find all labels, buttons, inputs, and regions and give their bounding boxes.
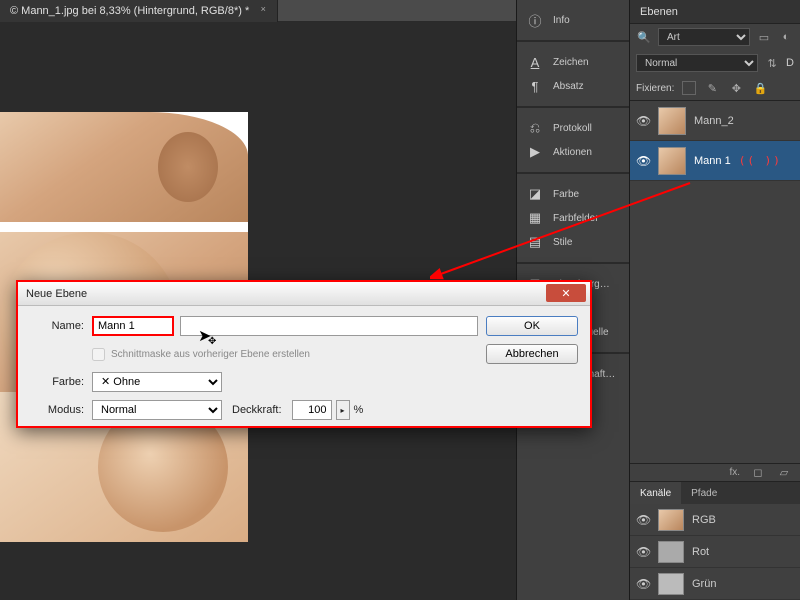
cancel-button[interactable]: Abbrechen bbox=[486, 344, 578, 364]
paragraph-icon: ¶ bbox=[527, 78, 543, 94]
panel-label: Farbe bbox=[553, 189, 579, 200]
channel-thumbnail bbox=[658, 509, 684, 531]
opacity-input[interactable] bbox=[292, 400, 332, 420]
panel-color[interactable]: ◪ Farbe bbox=[517, 182, 629, 206]
play-icon: ▶ bbox=[527, 144, 543, 160]
panel-label: Aktionen bbox=[553, 147, 592, 158]
layers-panel-tab[interactable]: Ebenen bbox=[630, 0, 800, 24]
opacity-label-icon: ⇅ bbox=[764, 55, 780, 71]
layers-list: 👁 Mann_2 👁 Mann 1 (( )) bbox=[630, 100, 800, 181]
lock-label: Fixieren: bbox=[636, 83, 674, 94]
fx-label[interactable]: fx. bbox=[729, 467, 740, 478]
layer-name-input-rest[interactable] bbox=[180, 316, 478, 336]
styles-icon: ▤ bbox=[527, 234, 543, 250]
panel-swatches[interactable]: ▦ Farbfelder bbox=[517, 206, 629, 230]
channel-name: Grün bbox=[692, 578, 716, 590]
layers-panel-title: Ebenen bbox=[640, 6, 678, 18]
mask-icon[interactable]: ◻ bbox=[750, 465, 766, 481]
dialog-titlebar[interactable]: Neue Ebene ✕ bbox=[18, 282, 590, 306]
panel-character[interactable]: A Zeichen bbox=[517, 50, 629, 74]
lock-all-icon[interactable]: 🔒 bbox=[752, 80, 768, 96]
clip-mask-checkbox bbox=[92, 348, 105, 361]
layer-name[interactable]: Mann 1 bbox=[694, 155, 731, 167]
document-tab-title: © Mann_1.jpg bei 8,33% (Hintergrund, RGB… bbox=[10, 5, 249, 17]
dialog-title: Neue Ebene bbox=[26, 288, 87, 300]
search-icon[interactable]: 🔍 bbox=[636, 29, 652, 45]
layer-lock-row: Fixieren: ✎ ✥ 🔒 bbox=[630, 76, 800, 100]
visibility-icon[interactable]: 👁 bbox=[636, 545, 650, 559]
panel-dock: Ebenen 🔍 Art ▭ ◐ Normal ⇅ D Fixieren: bbox=[630, 0, 800, 600]
color-icon: ◪ bbox=[527, 186, 543, 202]
info-icon: ⓘ bbox=[527, 12, 543, 28]
opacity-label: D bbox=[786, 57, 794, 69]
panel-label: Zeichen bbox=[553, 57, 589, 68]
panel-history[interactable]: ⎌ Protokoll bbox=[517, 116, 629, 140]
layer-row[interactable]: 👁 Mann 1 (( )) bbox=[630, 141, 800, 181]
channel-thumbnail bbox=[658, 573, 684, 595]
panel-label: Stile bbox=[553, 237, 572, 248]
panel-styles[interactable]: ▤ Stile bbox=[517, 230, 629, 254]
layer-row[interactable]: 👁 Mann_2 bbox=[630, 101, 800, 141]
channel-row[interactable]: 👁 RGB bbox=[630, 504, 800, 536]
channel-name: Rot bbox=[692, 546, 709, 558]
layer-thumbnail[interactable] bbox=[658, 107, 686, 135]
document-tab[interactable]: © Mann_1.jpg bei 8,33% (Hintergrund, RGB… bbox=[0, 0, 278, 22]
panel-label: Farbfelder bbox=[553, 213, 599, 224]
visibility-icon[interactable]: 👁 bbox=[636, 513, 650, 527]
lock-position-icon[interactable]: ✥ bbox=[728, 80, 744, 96]
channel-thumbnail bbox=[658, 541, 684, 563]
ok-button[interactable]: OK bbox=[486, 316, 578, 336]
panel-actions[interactable]: ▶ Aktionen bbox=[517, 140, 629, 164]
swatches-icon: ▦ bbox=[527, 210, 543, 226]
name-label: Name: bbox=[30, 320, 84, 332]
visibility-icon[interactable]: 👁 bbox=[636, 154, 650, 168]
layer-filter-row: 🔍 Art ▭ ◐ bbox=[630, 24, 800, 50]
blend-mode-select[interactable]: Normal bbox=[92, 400, 222, 420]
character-icon: A bbox=[527, 54, 543, 70]
channel-row[interactable]: 👁 Grün bbox=[630, 568, 800, 600]
panel-paragraph[interactable]: ¶ Absatz bbox=[517, 74, 629, 98]
new-layer-dialog: Neue Ebene ✕ Name: OK Schnittmaske aus v… bbox=[16, 280, 592, 428]
image-content bbox=[0, 112, 248, 222]
lock-pixels-icon[interactable]: ✎ bbox=[704, 80, 720, 96]
channels-panel: Kanäle Pfade 👁 RGB 👁 Rot 👁 bbox=[630, 481, 800, 600]
layer-kind-select[interactable]: Art bbox=[658, 28, 750, 46]
annotation-markers: (( )) bbox=[739, 154, 782, 167]
opacity-label: Deckkraft: bbox=[232, 404, 282, 416]
channel-row[interactable]: 👁 Rot bbox=[630, 536, 800, 568]
visibility-icon[interactable]: 👁 bbox=[636, 577, 650, 591]
close-icon[interactable]: × bbox=[257, 4, 269, 16]
history-icon: ⎌ bbox=[527, 120, 543, 136]
opacity-suffix: % bbox=[354, 404, 364, 416]
mode-label: Modus: bbox=[30, 404, 84, 416]
visibility-icon[interactable]: 👁 bbox=[636, 114, 650, 128]
blend-mode-select[interactable]: Normal bbox=[636, 54, 758, 72]
panel-label: Protokoll bbox=[553, 123, 592, 134]
panel-label: Absatz bbox=[553, 81, 584, 92]
layers-footer: fx. ◻ ▱ bbox=[630, 463, 800, 481]
new-folder-icon[interactable]: ▱ bbox=[776, 465, 792, 481]
layer-thumbnail[interactable] bbox=[658, 147, 686, 175]
tab-paths[interactable]: Pfade bbox=[681, 482, 727, 504]
filter-image-icon[interactable]: ▭ bbox=[756, 29, 772, 45]
layer-blend-row: Normal ⇅ D bbox=[630, 50, 800, 76]
lock-transparency-icon[interactable] bbox=[682, 81, 696, 95]
layer-name-input[interactable] bbox=[92, 316, 174, 336]
clip-mask-label: Schnittmaske aus vorheriger Ebene erstel… bbox=[111, 349, 310, 360]
tab-channels[interactable]: Kanäle bbox=[630, 482, 681, 504]
channel-name: RGB bbox=[692, 514, 716, 526]
filter-adjust-icon[interactable]: ◐ bbox=[778, 29, 794, 45]
color-label: Farbe: bbox=[30, 376, 84, 388]
close-button[interactable]: ✕ bbox=[546, 284, 586, 302]
channels-tabs: Kanäle Pfade bbox=[630, 482, 800, 504]
opacity-stepper[interactable]: ▸ bbox=[336, 400, 350, 420]
panel-label: Info bbox=[553, 15, 570, 26]
layer-color-select[interactable]: ✕ Ohne bbox=[92, 372, 222, 392]
panel-info[interactable]: ⓘ Info bbox=[517, 8, 629, 32]
layer-name[interactable]: Mann_2 bbox=[694, 115, 734, 127]
